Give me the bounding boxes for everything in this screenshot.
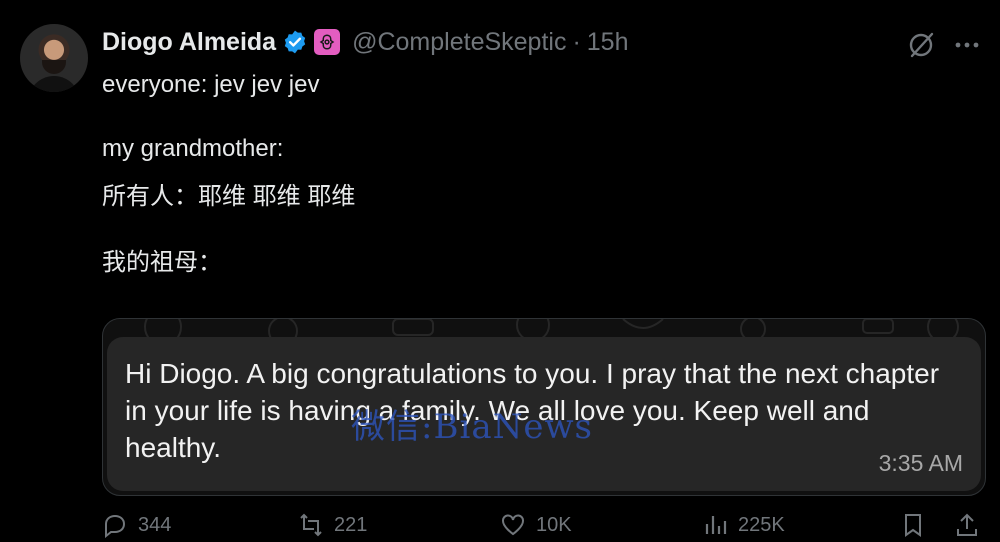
bookmark-icon (905, 514, 921, 537)
like-icon (502, 514, 524, 536)
avatar-beard (42, 60, 66, 74)
dot-separator: · (572, 27, 581, 56)
tweet-media-image[interactable]: Hi Diogo. A big congratulations to you. … (102, 318, 986, 496)
avatar[interactable] (20, 24, 88, 92)
share-icon (957, 513, 977, 536)
reply-button[interactable]: 344 (102, 512, 171, 538)
views-button[interactable]: 225K (702, 512, 785, 538)
tweet-line: 所有人：耶维 耶维 耶维 (102, 183, 356, 210)
bookmark-button[interactable] (900, 512, 926, 538)
verified-icon[interactable] (282, 29, 308, 55)
reply-count: 344 (138, 513, 172, 536)
tweet-line: everyone: jev jev jev (102, 71, 320, 98)
repost-icon (300, 513, 322, 537)
repost-button[interactable]: 221 (298, 512, 367, 538)
avatar-shirt (28, 76, 80, 92)
like-button[interactable]: 10K (500, 512, 572, 538)
author-name[interactable]: Diogo Almeida (102, 28, 276, 57)
author-handle[interactable]: @CompleteSkeptic (352, 28, 566, 57)
watermark: 微信:BiaNews (351, 407, 594, 447)
tweet-actions: 344 221 10K 225K (102, 512, 982, 542)
post-time[interactable]: 15h (587, 28, 629, 57)
tweet-line: 我的祖母： (102, 249, 222, 276)
reply-icon (105, 514, 126, 538)
share-button[interactable] (954, 512, 980, 538)
tweet-body: everyone: jev jev jev my grandmother: 所有… (102, 68, 962, 280)
more-icon[interactable] (952, 30, 982, 60)
tweet-header: Diogo Almeida @CompleteSkeptic · 15h (102, 26, 629, 58)
like-count: 10K (536, 513, 572, 536)
grok-icon[interactable] (906, 30, 936, 60)
views-icon (705, 516, 727, 534)
affiliate-badge-icon[interactable] (314, 29, 341, 55)
tweet-line: my grandmother: (102, 135, 284, 162)
repost-count: 221 (334, 513, 368, 536)
views-count: 225K (738, 513, 785, 536)
chat-message-time: 3:35 AM (878, 450, 963, 476)
